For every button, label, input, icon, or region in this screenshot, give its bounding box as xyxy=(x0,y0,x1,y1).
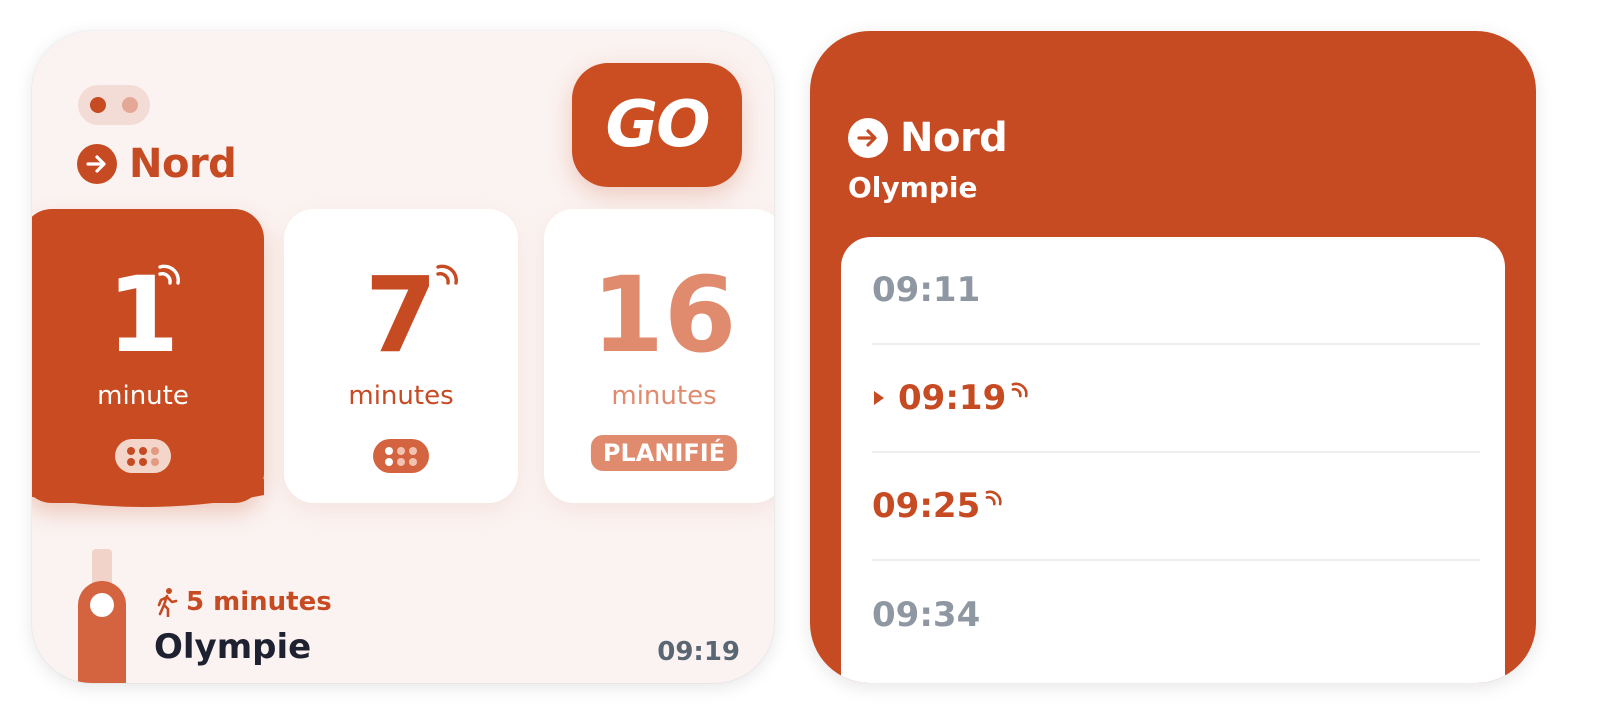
departure-minutes: 7 xyxy=(364,254,438,376)
departure-card[interactable]: 7 minutes xyxy=(284,209,518,503)
scheduled-badge: PLANIFIÉ xyxy=(590,435,738,471)
arrow-right-icon xyxy=(77,144,117,184)
occupancy-icon xyxy=(373,439,429,473)
stop-name: Olympie xyxy=(848,171,978,204)
direction-header: Nord xyxy=(77,141,237,187)
walk-time: 5 minutes xyxy=(156,587,332,617)
time-value: 09:11 xyxy=(872,270,981,310)
card-pointer-tip xyxy=(32,479,264,507)
departures-widget-compact: Nord GO 1 minute 7 minutes 16 minutes PL… xyxy=(32,31,774,683)
time-row-current[interactable]: 09:19 xyxy=(872,345,1480,453)
realtime-signal-icon xyxy=(436,264,458,285)
departure-card-selected[interactable]: 1 minute xyxy=(32,209,264,507)
departure-time: 09:19 xyxy=(657,637,740,667)
time-row[interactable]: 09:11 xyxy=(872,237,1480,345)
time-row[interactable]: 09:25 xyxy=(872,453,1480,561)
occupancy-icon xyxy=(115,439,171,473)
walk-duration: 5 minutes xyxy=(186,587,332,617)
time-value: 09:25 xyxy=(872,486,981,526)
time-value: 09:19 xyxy=(898,378,1007,418)
page-dot-inactive xyxy=(122,97,138,113)
current-marker-icon xyxy=(874,391,884,405)
departure-minutes: 1 xyxy=(106,254,180,376)
times-list: 09:11 09:19 09:25 09:34 xyxy=(841,237,1505,683)
time-row[interactable]: 09:34 xyxy=(872,561,1480,669)
walking-person-icon xyxy=(157,588,178,617)
stop-name: Olympie xyxy=(154,627,312,667)
direction-label: Nord xyxy=(900,115,1008,161)
departure-card-scheduled[interactable]: 16 minutes PLANIFIÉ xyxy=(544,209,774,503)
departure-unit: minute xyxy=(97,381,189,411)
departure-cards: 1 minute 7 minutes 16 minutes PLANIFIÉ xyxy=(32,209,774,529)
direction-header: Nord xyxy=(848,115,1008,161)
arrow-right-icon xyxy=(848,118,888,158)
realtime-signal-icon xyxy=(158,264,180,285)
realtime-signal-icon xyxy=(985,490,1002,506)
departure-minutes: 16 xyxy=(591,254,737,376)
departure-unit: minutes xyxy=(611,381,717,411)
time-value: 09:34 xyxy=(872,595,981,635)
route-line-indicator xyxy=(78,549,126,683)
page-dot-active xyxy=(90,97,106,113)
departures-widget-list: Nord Olympie 09:11 09:19 09:25 09:34 xyxy=(810,31,1536,683)
page-indicator[interactable] xyxy=(78,85,150,125)
realtime-signal-icon xyxy=(1011,382,1028,398)
direction-label: Nord xyxy=(129,141,237,187)
go-button[interactable]: GO xyxy=(572,63,742,187)
departure-unit: minutes xyxy=(348,381,454,411)
